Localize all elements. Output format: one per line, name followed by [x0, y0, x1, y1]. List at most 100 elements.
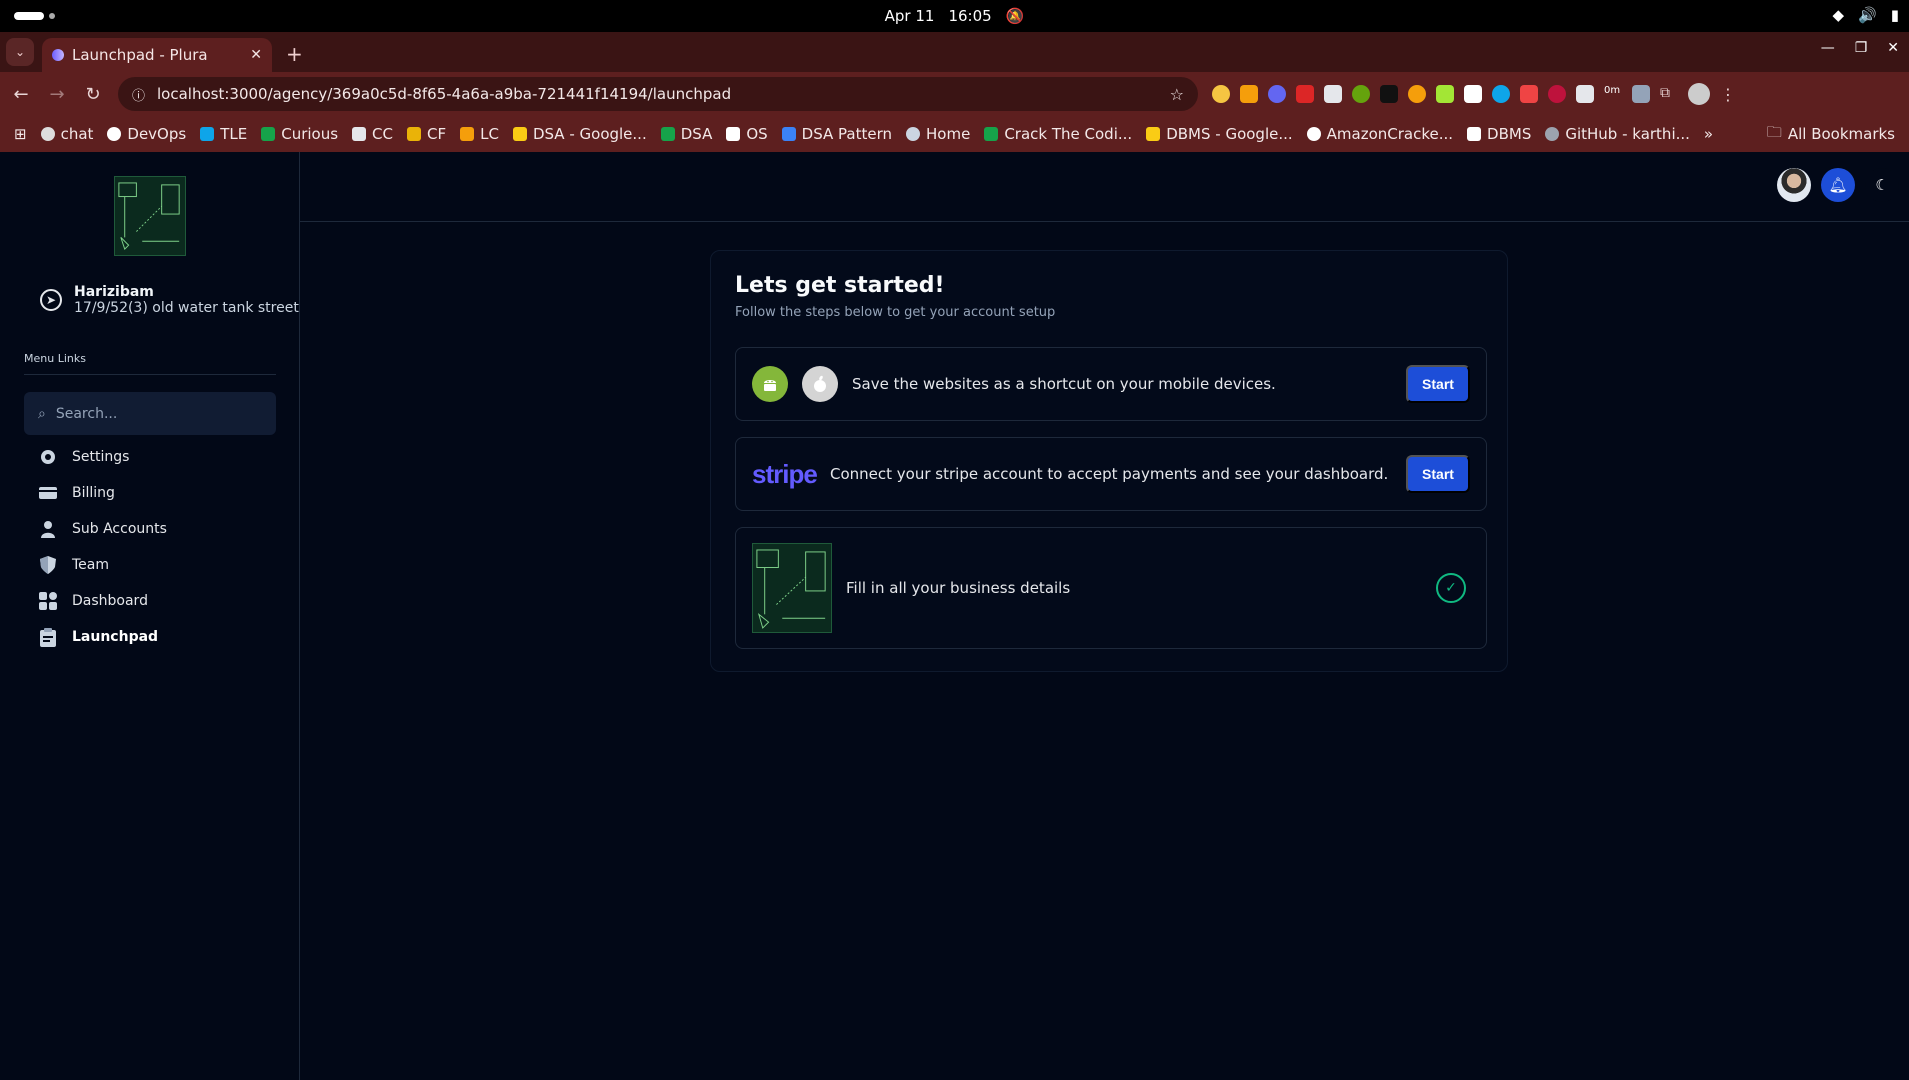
- check-circle-icon: ✓: [1436, 573, 1466, 603]
- extension-icon[interactable]: [1492, 85, 1510, 103]
- wifi-icon: ◆: [1832, 6, 1845, 24]
- user-avatar[interactable]: [1777, 168, 1811, 202]
- close-window-icon[interactable]: ✕: [1887, 40, 1899, 56]
- minimize-icon[interactable]: —: [1821, 40, 1835, 56]
- tab-search-button[interactable]: ⌄: [6, 38, 34, 66]
- bookmark-item[interactable]: GitHub - karthi...: [1545, 125, 1690, 143]
- step-business-details: Fill in all your business details ✓: [735, 527, 1487, 649]
- bookmark-item[interactable]: Home: [906, 125, 970, 143]
- profile-avatar-icon[interactable]: [1688, 83, 1710, 105]
- menu-divider: [24, 374, 276, 375]
- sidebar-item-label: Dashboard: [72, 593, 148, 609]
- sidebar-item-launchpad[interactable]: Launchpad: [38, 626, 167, 648]
- all-bookmarks-button[interactable]: 🗀 All Bookmarks: [1767, 122, 1895, 147]
- sidebar-search-input[interactable]: ⌕ Search...: [24, 392, 276, 435]
- bookmark-item[interactable]: LC: [460, 125, 499, 143]
- extension-badge-icon[interactable]: 0m: [1604, 85, 1622, 103]
- extension-icon[interactable]: [1436, 85, 1454, 103]
- forward-icon[interactable]: →: [46, 84, 68, 105]
- extension-icon[interactable]: [1548, 85, 1566, 103]
- sidebar-item-billing[interactable]: Billing: [38, 482, 167, 504]
- sheets-icon: [984, 127, 999, 141]
- drive-icon: [512, 127, 527, 141]
- bookmark-favicon-icon: [200, 127, 215, 141]
- extension-icon[interactable]: [1380, 85, 1398, 103]
- site-info-icon[interactable]: ⓘ: [132, 85, 145, 104]
- bookmark-item[interactable]: DevOps: [107, 125, 186, 143]
- step-text: Save the websites as a shortcut on your …: [852, 375, 1276, 393]
- notifications-bell-icon[interactable]: 🔔︎: [1821, 168, 1855, 202]
- bookmark-item[interactable]: DSA Pattern: [781, 125, 892, 143]
- bookmark-favicon-icon: [40, 127, 55, 141]
- bookmark-item[interactable]: OS: [726, 125, 768, 143]
- bookmark-item[interactable]: DBMS - Google...: [1146, 125, 1293, 143]
- extensions-puzzle-icon[interactable]: ⧉: [1660, 85, 1678, 103]
- agency-logo-image: [118, 182, 180, 250]
- apps-grid-icon[interactable]: ⊞: [14, 125, 27, 143]
- browser-toolbar: ← → ↻ ⓘ localhost:3000/agency/369a0c5d-8…: [0, 72, 1909, 116]
- battery-icon: ▮: [1890, 6, 1899, 24]
- person-icon: [38, 519, 58, 539]
- extension-icon[interactable]: [1296, 85, 1314, 103]
- step-text: Fill in all your business details: [846, 579, 1071, 597]
- theme-toggle-moon-icon[interactable]: ☾: [1865, 168, 1899, 202]
- agency-info[interactable]: ➤ Harizibam 17/9/52(3) old water tank st…: [40, 284, 300, 316]
- back-icon[interactable]: ←: [10, 84, 32, 105]
- active-tab[interactable]: Launchpad - Plura ✕: [42, 38, 272, 72]
- bookmark-item[interactable]: Crack The Codi...: [984, 125, 1132, 143]
- tab-favicon-icon: [52, 49, 64, 61]
- system-tray[interactable]: ◆ 🔊 ▮: [1833, 6, 1900, 24]
- extension-icon[interactable]: [1268, 85, 1286, 103]
- extension-icon[interactable]: [1240, 85, 1258, 103]
- bookmark-item[interactable]: DSA: [660, 125, 712, 143]
- bookmark-item[interactable]: CF: [407, 125, 446, 143]
- stripe-logo: stripe: [752, 458, 818, 489]
- extension-icon[interactable]: [1212, 85, 1230, 103]
- docs-icon: [781, 127, 796, 141]
- bookmark-favicon-icon: [460, 127, 475, 141]
- search-placeholder: Search...: [55, 405, 118, 422]
- agency-logo[interactable]: [114, 176, 186, 256]
- extension-icon[interactable]: [1576, 85, 1594, 103]
- bookmark-item[interactable]: DSA - Google...: [512, 125, 647, 143]
- window-controls: — ❐ ✕: [1821, 40, 1899, 56]
- tab-close-icon[interactable]: ✕: [250, 47, 262, 63]
- reload-icon[interactable]: ↻: [82, 84, 104, 105]
- url-text: localhost:3000/agency/369a0c5d-8f65-4a6a…: [157, 85, 732, 103]
- address-bar[interactable]: ⓘ localhost:3000/agency/369a0c5d-8f65-4a…: [118, 77, 1198, 111]
- extension-icon[interactable]: [1464, 85, 1482, 103]
- step-mobile-shortcut: Save the websites as a shortcut on your …: [735, 347, 1487, 421]
- new-tab-button[interactable]: +: [286, 42, 303, 66]
- agency-name: Harizibam: [74, 284, 154, 300]
- start-button[interactable]: Start: [1406, 365, 1470, 403]
- activities-indicator[interactable]: [14, 12, 44, 20]
- extensions-row: 0m ⧉ ⋮: [1212, 83, 1736, 105]
- sidebar-item-settings[interactable]: Settings: [38, 446, 167, 468]
- bookmark-item[interactable]: chat: [40, 125, 93, 143]
- sidebar-item-sub-accounts[interactable]: Sub Accounts: [38, 518, 167, 540]
- clock[interactable]: Apr 11 16:05 🔕: [885, 7, 1025, 25]
- dashboard-icon: [38, 591, 58, 611]
- github-icon: [107, 127, 122, 141]
- extension-icon[interactable]: [1324, 85, 1342, 103]
- more-bookmarks-icon[interactable]: »: [1704, 125, 1713, 143]
- restore-icon[interactable]: ❐: [1855, 40, 1868, 56]
- extension-icon[interactable]: [1632, 85, 1650, 103]
- extension-icon[interactable]: [1408, 85, 1426, 103]
- bookmark-item[interactable]: AmazonCracke...: [1306, 125, 1453, 143]
- bookmark-item[interactable]: DBMS: [1467, 125, 1531, 143]
- android-icon: [752, 366, 788, 402]
- tab-strip: ⌄ Launchpad - Plura ✕ + — ❐ ✕: [0, 32, 1909, 72]
- extension-icon[interactable]: [1352, 85, 1370, 103]
- bookmark-item[interactable]: TLE: [200, 125, 247, 143]
- bookmark-item[interactable]: CC: [352, 125, 393, 143]
- bookmark-star-icon[interactable]: ☆: [1170, 85, 1184, 104]
- sidebar-item-team[interactable]: Team: [38, 554, 167, 576]
- sidebar-item-dashboard[interactable]: Dashboard: [38, 590, 167, 612]
- extension-icon[interactable]: [1520, 85, 1538, 103]
- sheets-icon: [261, 127, 276, 141]
- bookmark-item[interactable]: Curious: [261, 125, 338, 143]
- page-title: Lets get started!: [735, 273, 945, 298]
- browser-menu-icon[interactable]: ⋮: [1720, 85, 1736, 104]
- start-button[interactable]: Start: [1406, 455, 1470, 493]
